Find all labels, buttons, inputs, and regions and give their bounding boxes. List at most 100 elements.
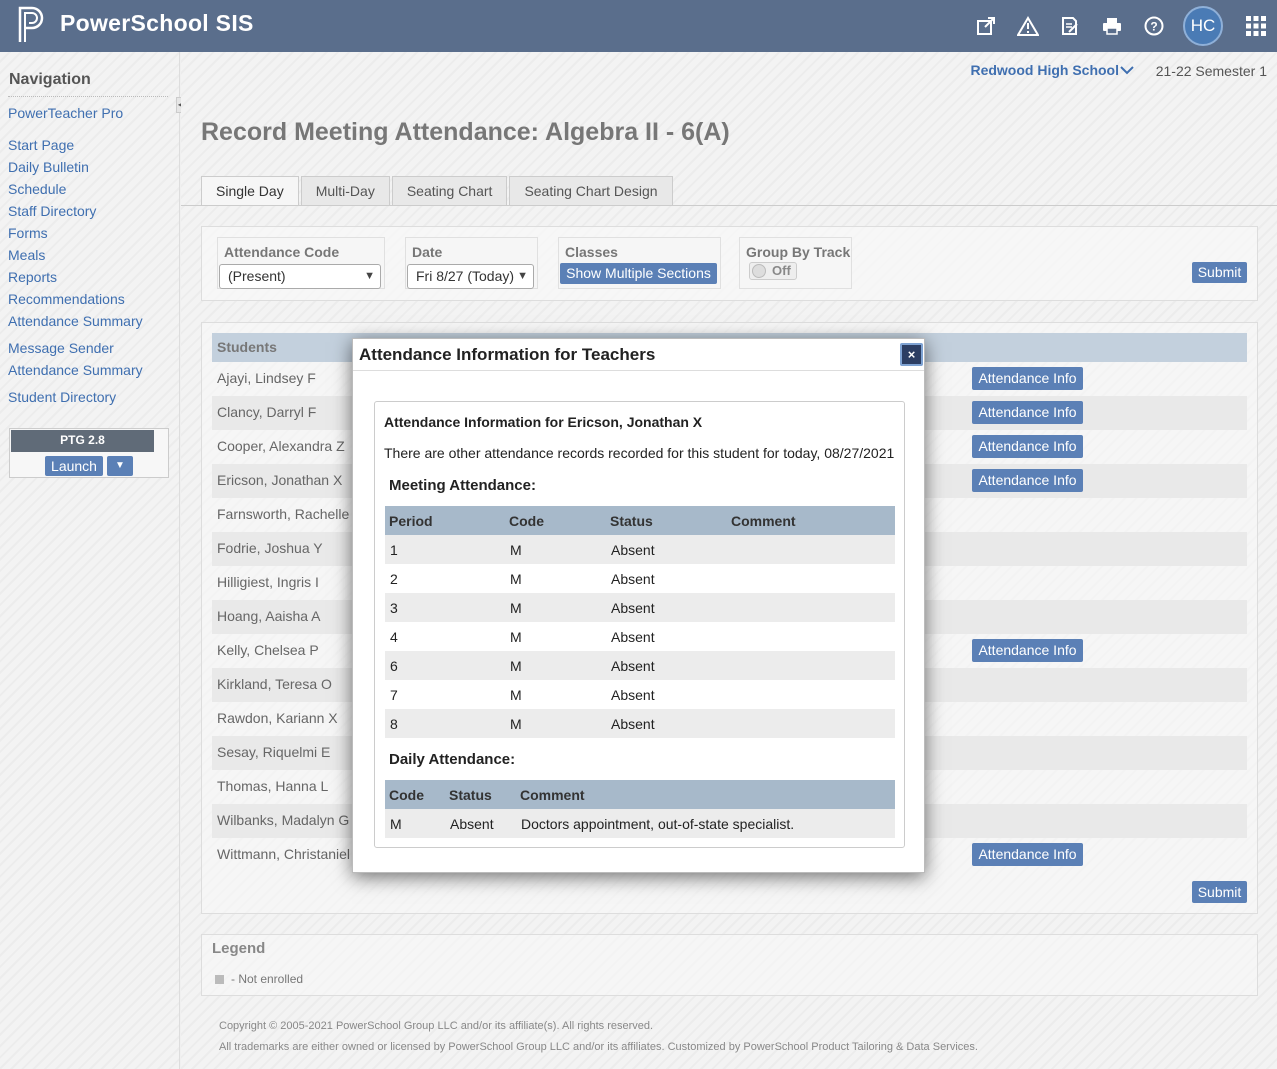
student-name[interactable]: Kirkland, Teresa O xyxy=(217,676,332,692)
attendance-info-button[interactable]: Attendance Info xyxy=(972,843,1083,866)
nav-link-powerteacher-pro[interactable]: PowerTeacher Pro xyxy=(8,105,123,121)
tab-seating-chart-design[interactable]: Seating Chart Design xyxy=(509,176,673,206)
term-label[interactable]: 21-22 Semester 1 xyxy=(1156,63,1267,79)
table-cell: Doctors appointment, out-of-state specia… xyxy=(516,809,895,838)
app-grid-icon[interactable] xyxy=(1235,0,1277,52)
user-avatar[interactable]: HC xyxy=(1183,6,1223,46)
navigation-sidebar: Navigation PowerTeacher Pro Start Page D… xyxy=(0,52,180,1069)
nav-link-staff-directory[interactable]: Staff Directory xyxy=(8,203,96,219)
column-header: Status xyxy=(445,780,516,809)
table-cell: 3 xyxy=(385,593,505,622)
student-name[interactable]: Fodrie, Joshua Y xyxy=(217,540,323,556)
student-name[interactable]: Sesay, Riquelmi E xyxy=(217,744,330,760)
table-cell xyxy=(727,593,895,622)
chevron-down-icon: ▼ xyxy=(364,270,375,282)
dialog-title: Attendance Information for Teachers xyxy=(359,345,656,364)
daily-attendance-table: Code Status Comment M Absent Doctors appointm… xyxy=(385,780,895,838)
table-row: 1 M Absent xyxy=(385,535,895,564)
table-row: 6 M Absent xyxy=(385,651,895,680)
table-header-row: Period Code Status Comment xyxy=(385,506,895,535)
close-icon[interactable]: × xyxy=(900,343,923,366)
table-cell: M xyxy=(385,809,445,838)
chevron-down-icon: ▼ xyxy=(517,270,528,282)
nav-link-student-directory[interactable]: Student Directory xyxy=(8,389,116,405)
table-cell: 1 xyxy=(385,535,505,564)
attendance-info-button[interactable]: Attendance Info xyxy=(972,401,1083,424)
tab-seating-chart[interactable]: Seating Chart xyxy=(391,176,508,206)
student-name[interactable]: Thomas, Hanna L xyxy=(217,778,328,794)
tab-bar: Single Day Multi-Day Seating Chart Seati… xyxy=(201,176,675,206)
attendance-info-button[interactable]: Attendance Info xyxy=(972,435,1083,458)
nav-divider xyxy=(8,96,168,97)
student-name[interactable]: Ajayi, Lindsey F xyxy=(217,370,316,386)
nav-link-attendance-summary[interactable]: Attendance Summary xyxy=(8,313,143,329)
nav-link-forms[interactable]: Forms xyxy=(8,225,48,241)
table-row: 8 M Absent xyxy=(385,709,895,738)
ptg-launch-button[interactable]: Launch xyxy=(45,456,103,476)
dialog-divider xyxy=(353,370,924,371)
trademark-text: All trademarks are either owned or licen… xyxy=(219,1041,978,1053)
attendance-info-button[interactable]: Attendance Info xyxy=(972,639,1083,662)
warning-icon[interactable] xyxy=(1007,0,1049,52)
nav-link-reports[interactable]: Reports xyxy=(8,269,57,285)
student-name[interactable]: Rawdon, Kariann X xyxy=(217,710,338,726)
printer-icon[interactable] xyxy=(1091,0,1133,52)
table-cell: 7 xyxy=(390,686,398,703)
student-name[interactable]: Hoang, Aaisha A xyxy=(217,608,321,624)
edit-document-icon[interactable] xyxy=(1049,0,1091,52)
nav-link-start-page[interactable]: Start Page xyxy=(8,137,74,153)
table-cell: 8 xyxy=(385,709,505,738)
attendance-code-value: (Present) xyxy=(228,268,286,284)
student-name[interactable]: Ericson, Jonathan X xyxy=(217,472,342,488)
attendance-code-select[interactable]: (Present) ▼ xyxy=(219,264,381,289)
show-multiple-sections-button[interactable]: Show Multiple Sections xyxy=(560,263,717,284)
help-icon[interactable]: ? xyxy=(1133,0,1175,52)
attendance-code-label: Attendance Code xyxy=(224,244,340,260)
filter-panel: Attendance Code (Present) ▼ Date Fri 8/2… xyxy=(201,226,1258,301)
group-by-track-toggle[interactable]: Off xyxy=(749,262,797,280)
table-row: M Absent Doctors appointment, out-of-state… xyxy=(385,809,895,838)
table-cell: M xyxy=(510,570,522,587)
powerschool-logo-icon[interactable] xyxy=(16,4,50,44)
date-label: Date xyxy=(412,244,443,260)
student-name[interactable]: Wilbanks, Madalyn G xyxy=(217,812,349,828)
nav-link-daily-bulletin[interactable]: Daily Bulletin xyxy=(8,159,89,175)
table-cell: Absent xyxy=(606,593,727,622)
nav-link-message-sender[interactable]: Message Sender xyxy=(8,340,114,356)
table-cell: Absent xyxy=(445,809,516,838)
table-cell: Absent xyxy=(606,651,727,680)
other-records-message: There are other attendance records recor… xyxy=(384,445,895,461)
legend-panel: Legend - Not enrolled xyxy=(201,934,1258,996)
student-name[interactable]: Kelly, Chelsea P xyxy=(217,642,319,658)
nav-link-schedule[interactable]: Schedule xyxy=(8,181,66,197)
nav-link-attendance-summary-2[interactable]: Attendance Summary xyxy=(8,362,143,378)
school-selector[interactable]: Redwood High School xyxy=(970,62,1119,78)
student-name[interactable]: Wittmann, Christaniel xyxy=(217,846,350,862)
brand-title[interactable]: PowerSchool SIS xyxy=(60,10,254,37)
submit-top-button[interactable]: Submit xyxy=(1192,262,1247,283)
group-by-track-label: Group By Track xyxy=(746,244,851,260)
student-name[interactable]: Cooper, Alexandra Z xyxy=(217,438,345,454)
table-cell xyxy=(727,564,895,593)
table-cell: 4 xyxy=(390,628,398,645)
ptg-dropdown-button[interactable]: ▼ xyxy=(107,456,133,476)
svg-text:?: ? xyxy=(1150,20,1157,34)
nav-link-recommendations[interactable]: Recommendations xyxy=(8,291,125,307)
external-link-icon[interactable] xyxy=(965,0,1007,52)
nav-link-meals[interactable]: Meals xyxy=(8,247,45,263)
tab-single-day[interactable]: Single Day xyxy=(201,176,299,206)
student-name[interactable]: Clancy, Darryl F xyxy=(217,404,316,420)
tab-divider xyxy=(181,205,1277,206)
table-cell: Absent xyxy=(611,628,655,645)
student-name[interactable]: Farnsworth, Rachelle xyxy=(217,506,349,522)
student-info-title: Attendance Information for Ericson, Jona… xyxy=(384,414,703,430)
table-row: 4 M Absent xyxy=(385,622,895,651)
chevron-down-icon[interactable] xyxy=(1119,63,1135,79)
attendance-info-button[interactable]: Attendance Info xyxy=(972,367,1083,390)
submit-bottom-button[interactable]: Submit xyxy=(1192,881,1247,903)
date-group: Date Fri 8/27 (Today) ▼ xyxy=(405,237,538,289)
date-select[interactable]: Fri 8/27 (Today) ▼ xyxy=(407,264,534,289)
tab-multi-day[interactable]: Multi-Day xyxy=(300,176,390,206)
attendance-info-button[interactable]: Attendance Info xyxy=(972,469,1083,492)
student-name[interactable]: Hilligiest, Ingris I xyxy=(217,574,319,590)
